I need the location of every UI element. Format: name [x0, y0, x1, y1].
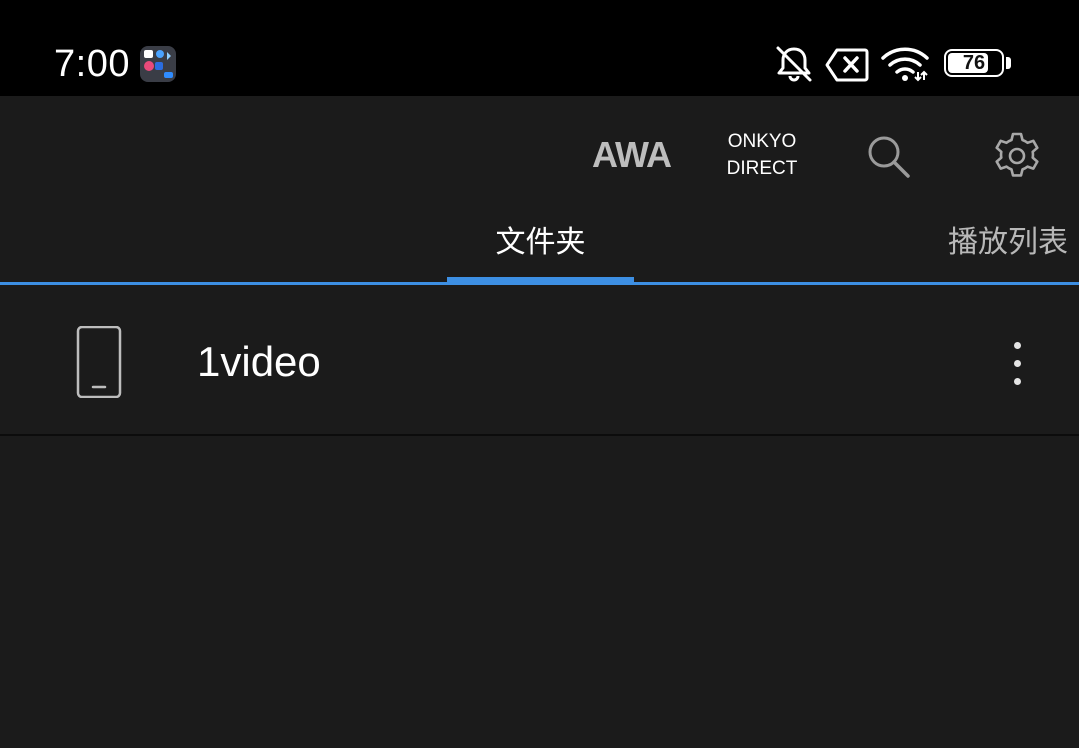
onkyo-direct-button[interactable]: ONKYO DIRECT	[722, 128, 802, 182]
no-sim-icon	[825, 48, 869, 82]
tab-playlist[interactable]: 播放列表	[948, 214, 1068, 282]
mute-bell-icon	[776, 46, 812, 82]
list-item-title: 1video	[197, 338, 321, 385]
status-bar: 7:00 76	[0, 0, 1079, 96]
tab-folders[interactable]: 文件夹	[447, 214, 634, 282]
onkyo-label-line1: ONKYO	[727, 131, 797, 152]
awa-button[interactable]: AWA	[592, 134, 672, 176]
more-options-icon[interactable]	[1000, 334, 1036, 394]
battery-level: 76	[962, 52, 986, 74]
list-item[interactable]	[0, 286, 1079, 436]
status-time: 7:00	[54, 43, 130, 85]
onkyo-label-line2: DIRECT	[726, 158, 798, 179]
tab-selected-indicator	[447, 277, 634, 283]
gear-icon[interactable]	[991, 131, 1043, 183]
battery-cap	[1006, 57, 1011, 69]
phone-device-icon	[76, 326, 122, 398]
search-icon[interactable]	[866, 134, 912, 180]
app-toolbar	[0, 96, 1079, 214]
tab-bar: 文件夹 播放列表	[0, 214, 1079, 286]
battery-icon: 76	[944, 49, 1004, 77]
wifi-icon	[881, 47, 929, 82]
app-folder-icon	[140, 46, 176, 82]
